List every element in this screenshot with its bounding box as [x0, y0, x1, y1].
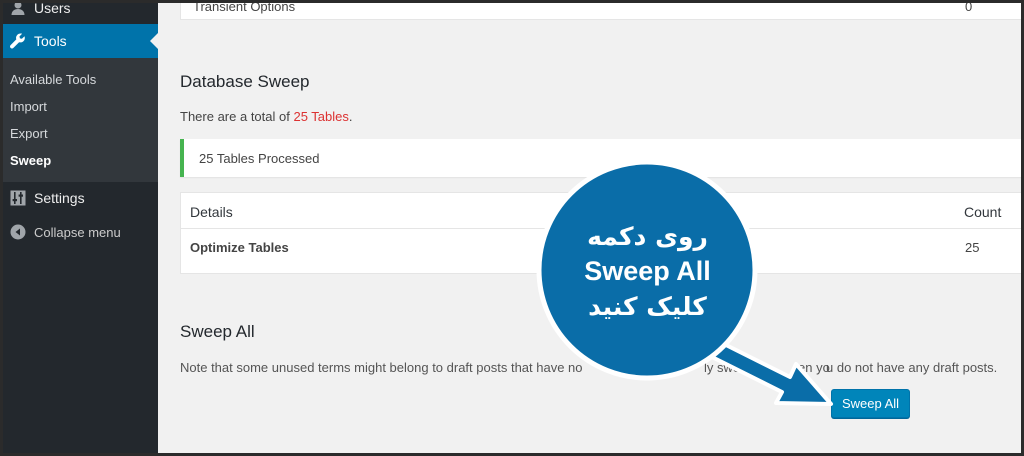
menu-item-users[interactable]: Users	[0, 0, 158, 25]
row-label: Transient Options	[193, 0, 296, 14]
sweep-all-note: Note that some unused terms might belong…	[180, 360, 583, 375]
submenu-import[interactable]: Import	[0, 93, 158, 120]
total-prefix: There are a total of	[180, 109, 290, 124]
menu-item-settings[interactable]: Settings	[0, 181, 158, 215]
callout-line-3: کلیک کنید	[588, 292, 707, 321]
row-details: Optimize Tables	[190, 240, 289, 255]
total-suffix: .	[348, 109, 353, 124]
callout-line-2: Sweep All	[584, 256, 711, 286]
transient-options-row: Transient Options 0	[180, 0, 1024, 20]
tables-total-text: There are a total of 25 Tables.	[180, 109, 353, 124]
admin-sidebar: Users Tools Available Tools Import Expor…	[0, 0, 158, 456]
note-end: u do not have any draft posts.	[826, 360, 998, 375]
row-count: 25	[965, 240, 980, 255]
wrench-icon	[7, 30, 29, 52]
row-count: 0	[965, 0, 973, 14]
header-details: Details	[190, 204, 233, 220]
settings-sliders-icon	[7, 187, 29, 209]
menu-item-label: Tools	[34, 33, 67, 49]
users-icon	[7, 0, 29, 19]
note-start: Note that some unused terms might belong…	[180, 360, 583, 375]
notice-text: 25 Tables Processed	[199, 151, 320, 166]
success-notice: 25 Tables Processed	[180, 139, 1024, 177]
collapse-arrow-icon	[7, 221, 29, 243]
submenu-export[interactable]: Export	[0, 120, 158, 147]
menu-item-tools[interactable]: Tools	[0, 24, 158, 58]
header-count: Count	[964, 204, 1002, 220]
callout-text: روی دکمه Sweep All کلیک کنید	[545, 220, 750, 326]
menu-item-label: Users	[34, 0, 71, 16]
collapse-menu-button[interactable]: Collapse menu	[0, 215, 158, 249]
submenu-available-tools[interactable]: Available Tools	[0, 66, 158, 93]
total-value: 25 Tables	[293, 109, 349, 124]
sweep-all-heading: Sweep All	[180, 322, 255, 341]
callout-line-1: روی دکمه	[587, 222, 708, 251]
menu-item-label: Settings	[34, 190, 85, 206]
sweep-all-button[interactable]: Sweep All	[831, 389, 910, 418]
tools-submenu: Available Tools Import Export Sweep	[0, 58, 158, 182]
submenu-sweep[interactable]: Sweep	[0, 147, 158, 174]
note-fragment-a: ly swe	[704, 360, 741, 375]
database-sweep-heading: Database Sweep	[180, 72, 310, 91]
menu-item-label: Collapse menu	[34, 224, 121, 240]
